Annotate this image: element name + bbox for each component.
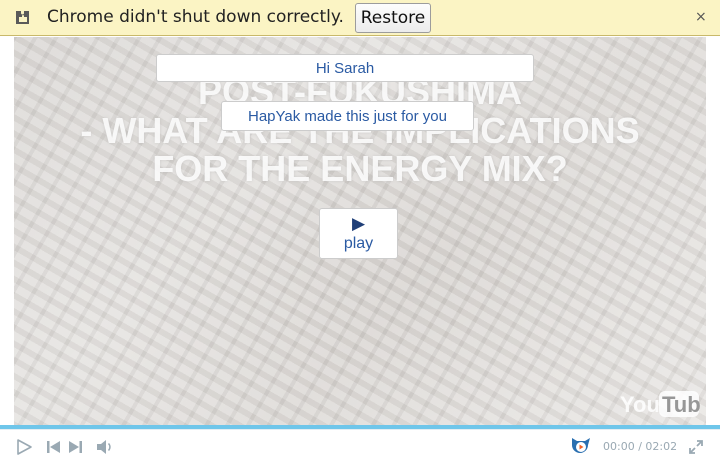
time-display: 00:00 / 02:02 <box>603 440 677 453</box>
fullscreen-icon[interactable] <box>689 440 703 454</box>
time-separator: / <box>638 440 642 453</box>
previous-icon[interactable] <box>46 439 62 455</box>
session-restore-infobar: Chrome didn't shut down correctly. Resto… <box>0 0 720 36</box>
play-label: play <box>343 234 374 252</box>
youtube-watermark[interactable]: You Tube <box>620 388 700 418</box>
infobar-message: Chrome didn't shut down correctly. <box>47 7 344 27</box>
puzzle-icon <box>16 11 29 24</box>
play-button[interactable]: ▶ play <box>319 208 398 259</box>
next-icon[interactable] <box>67 439 83 455</box>
time-current: 00:00 <box>603 440 635 453</box>
video-player[interactable]: POST-FUKUSHIMA - WHAT ARE THE IMPLICATIO… <box>14 37 706 428</box>
player-controls: 00:00 / 02:02 <box>0 429 720 464</box>
hapyak-logo-icon[interactable] <box>570 435 592 457</box>
restore-button[interactable]: Restore <box>355 3 431 33</box>
youtube-tube-text: Tube <box>662 392 700 417</box>
time-total: 02:02 <box>645 440 678 453</box>
close-icon[interactable]: × <box>695 9 707 25</box>
play-triangle-icon: ▶ <box>351 213 366 233</box>
volume-icon[interactable] <box>96 439 114 455</box>
play-icon[interactable] <box>15 438 33 456</box>
youtube-you-text: You <box>620 392 660 417</box>
personalized-message: HapYak made this just for you <box>221 101 474 131</box>
greeting-label: Hi Sarah <box>156 54 534 82</box>
